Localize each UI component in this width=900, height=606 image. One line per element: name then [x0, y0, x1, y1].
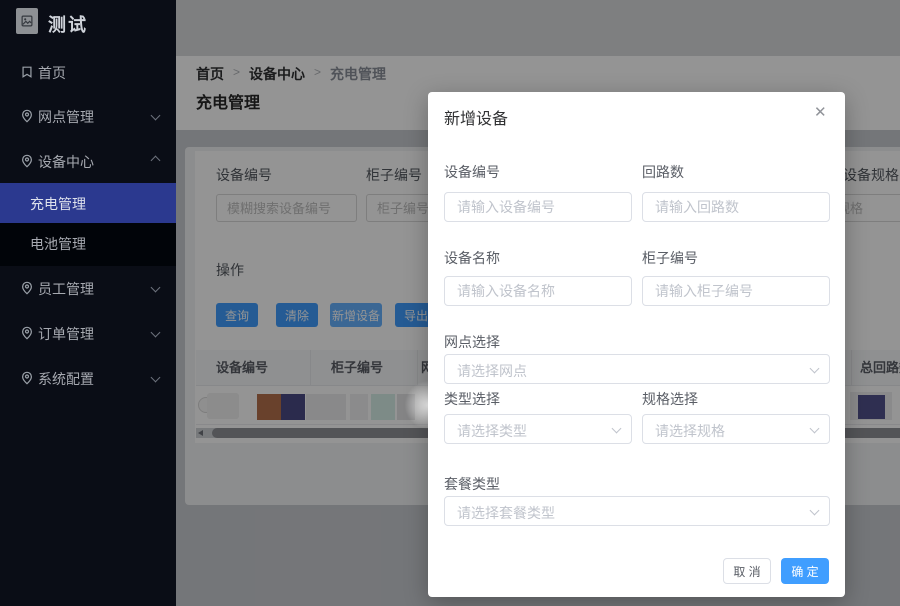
- location-pin-icon: [22, 154, 32, 168]
- sidebar-item-label: 设备中心: [38, 154, 94, 170]
- chevron-down-icon: [809, 505, 820, 516]
- chevron-down-icon: [150, 110, 161, 121]
- chevron-down-icon: [150, 327, 161, 338]
- package-select-placeholder: 请选择套餐类型: [457, 505, 555, 521]
- field-label-type: 类型选择: [444, 391, 500, 407]
- sidebar-item-device-center[interactable]: 设备中心: [0, 141, 176, 181]
- sidebar-subitem-charging-management[interactable]: 充电管理: [0, 183, 176, 223]
- chevron-up-icon: [150, 155, 161, 166]
- image-placeholder-icon: [21, 15, 33, 27]
- field-label-spec: 规格选择: [642, 391, 698, 407]
- modal-edge-glow: [405, 381, 429, 429]
- confirm-button[interactable]: 确 定: [781, 558, 829, 584]
- type-select-placeholder: 请选择类型: [457, 423, 527, 439]
- chevron-down-icon: [611, 423, 622, 434]
- sidebar-item-system-config[interactable]: 系统配置: [0, 358, 176, 398]
- sidebar-item-label: 首页: [38, 65, 66, 81]
- sidebar-item-home[interactable]: 首页: [0, 52, 176, 92]
- loop-count-input[interactable]: [642, 192, 830, 222]
- site-select[interactable]: 请选择网点: [444, 354, 830, 384]
- logo-image-placeholder: [16, 8, 38, 34]
- site-select-placeholder: 请选择网点: [457, 363, 527, 379]
- sidebar-item-site-management[interactable]: 网点管理: [0, 96, 176, 136]
- location-pin-icon: [22, 371, 32, 385]
- location-pin-icon: [22, 109, 32, 123]
- sidebar-item-label: 订单管理: [38, 326, 94, 342]
- sidebar: 测试 首页 网点管理 设备中心 充电管理 电池管理 员工管理 订单管理 系统配置: [0, 0, 176, 606]
- sidebar-item-label: 系统配置: [38, 371, 94, 387]
- chevron-down-icon: [150, 282, 161, 293]
- sidebar-subitem-label: 电池管理: [30, 236, 86, 252]
- package-select[interactable]: 请选择套餐类型: [444, 496, 830, 526]
- sidebar-subitem-label: 充电管理: [30, 196, 86, 212]
- chevron-down-icon: [150, 372, 161, 383]
- field-label-device-name: 设备名称: [444, 250, 500, 266]
- field-label-device-no: 设备编号: [444, 164, 500, 180]
- close-icon[interactable]: ✕: [814, 103, 827, 121]
- modal-title: 新增设备: [444, 111, 509, 128]
- spec-select-placeholder: 请选择规格: [655, 423, 725, 439]
- device-name-input[interactable]: [444, 276, 632, 306]
- app-title: 测试: [48, 15, 88, 35]
- home-icon: [22, 66, 32, 78]
- sidebar-subitem-battery-management[interactable]: 电池管理: [0, 223, 176, 266]
- device-no-input[interactable]: [444, 192, 632, 222]
- spec-select[interactable]: 请选择规格: [642, 414, 830, 444]
- type-select[interactable]: 请选择类型: [444, 414, 632, 444]
- cancel-button[interactable]: 取 消: [723, 558, 771, 584]
- field-label-site: 网点选择: [444, 334, 500, 350]
- chevron-down-icon: [809, 363, 820, 374]
- sidebar-item-order-management[interactable]: 订单管理: [0, 313, 176, 353]
- sidebar-item-label: 网点管理: [38, 109, 94, 125]
- chevron-down-icon: [809, 423, 820, 434]
- app-window: 测试 首页 网点管理 设备中心 充电管理 电池管理 员工管理 订单管理 系统配置…: [0, 0, 900, 606]
- cabinet-no-input[interactable]: [642, 276, 830, 306]
- sidebar-item-label: 员工管理: [38, 281, 94, 297]
- field-label-loop-count: 回路数: [642, 164, 684, 180]
- location-pin-icon: [22, 281, 32, 295]
- field-label-package: 套餐类型: [444, 476, 500, 492]
- field-label-cabinet-no: 柜子编号: [642, 250, 698, 266]
- add-device-modal: 新增设备 ✕ 设备编号 回路数 设备名称 柜子编号 网点选择 请选择网点 类型选…: [428, 92, 845, 597]
- sidebar-item-staff-management[interactable]: 员工管理: [0, 268, 176, 308]
- location-pin-icon: [22, 326, 32, 340]
